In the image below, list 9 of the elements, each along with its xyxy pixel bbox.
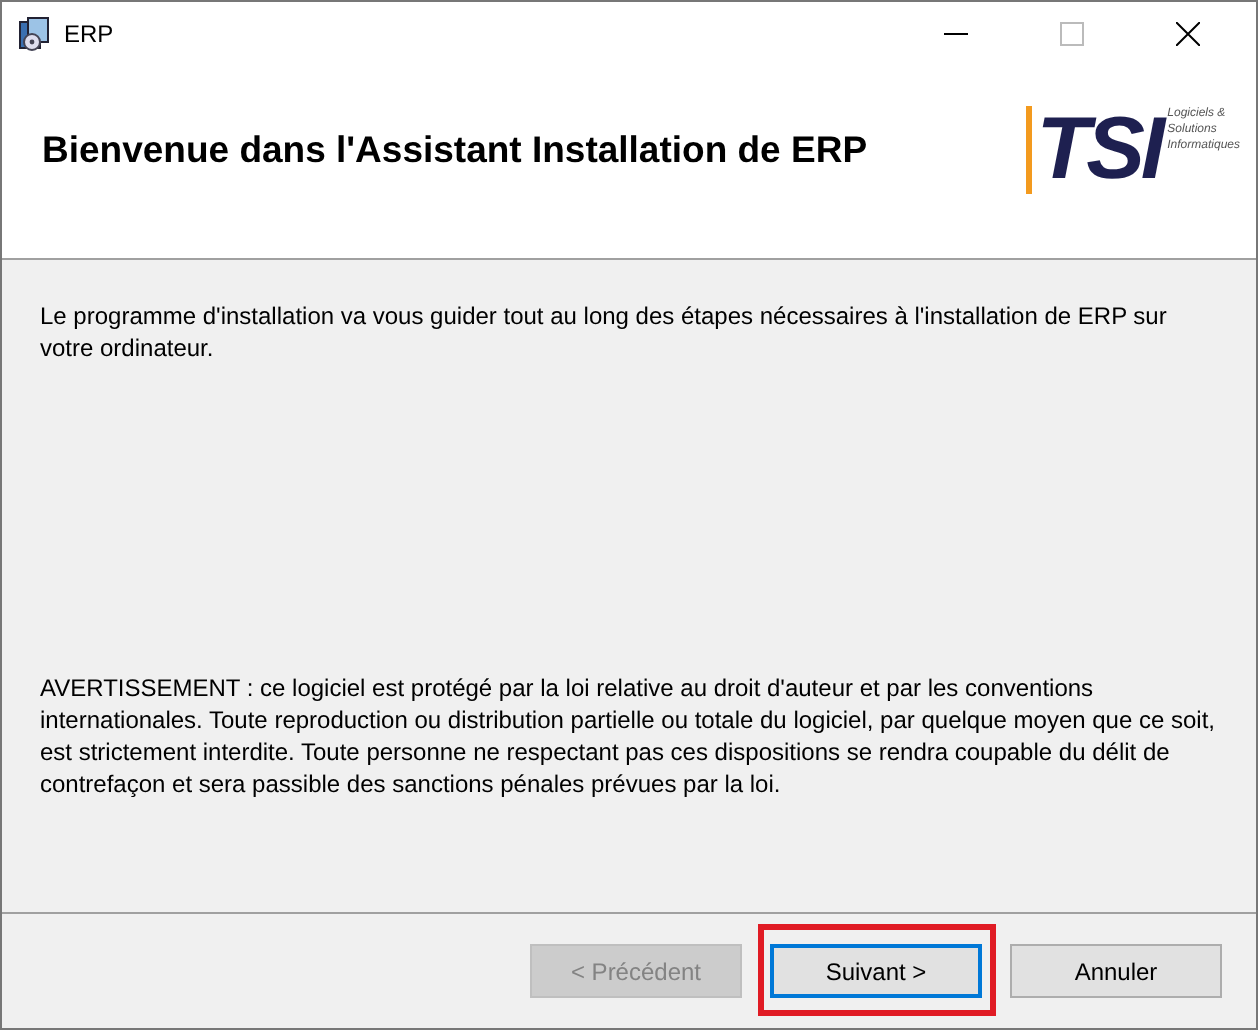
wizard-title: Bienvenue dans l'Assistant Installation de ERP: [42, 128, 870, 172]
close-icon[interactable]: [1176, 22, 1200, 46]
intro-text: Le programme d'installation va vous guider tout au long des étapes nécessaires à l'installation de ERP sur votre ordinateur.: [40, 300, 1169, 364]
installer-package-icon: [16, 16, 52, 52]
copyright-warning: AVERTISSEMENT : ce logiciel est protégé par la loi relative au droit d'auteur et par les conventions internationales. Toute reproduction ou distribution partielle ou totale du logiciel, par quelque moyen que ce soit, est strictement interdite. Toute personne ne respectant pas ces dispositions se rendra coupable du délit de contrefaçon et sera passible des sanctions pénales prévues par la loi.: [40, 672, 1217, 800]
wizard-button[interactable]: Suivant >: [770, 944, 982, 998]
logo-letters: TSI: [1026, 106, 1162, 194]
window-title: ERP: [64, 20, 114, 48]
wizard-button[interactable]: Annuler: [1010, 944, 1222, 998]
